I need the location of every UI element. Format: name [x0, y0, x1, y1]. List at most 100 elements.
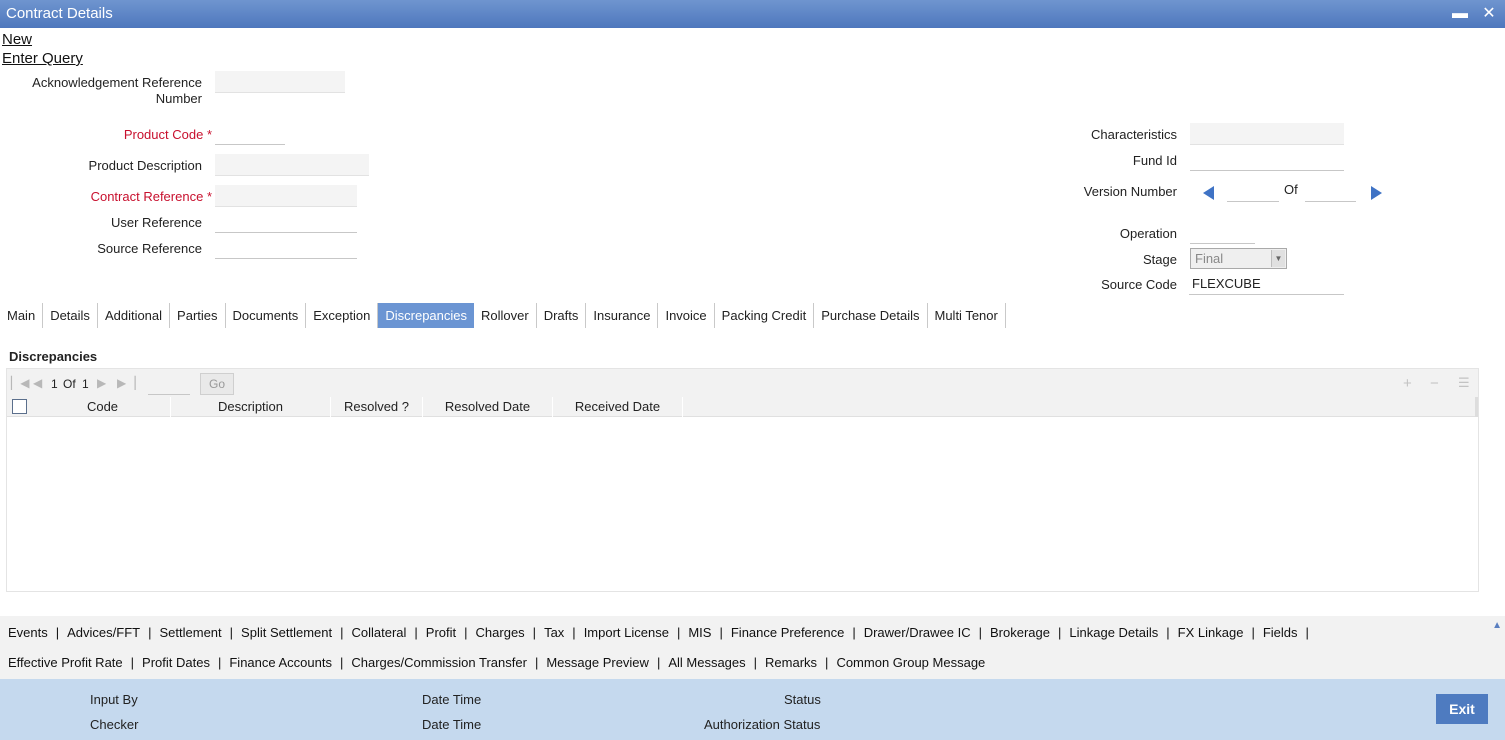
version-number-field[interactable] — [1227, 180, 1279, 202]
link-charges[interactable]: Charges — [468, 622, 533, 644]
last-page-icon[interactable]: ▶▕ — [117, 376, 135, 390]
source-reference-field[interactable] — [215, 237, 357, 259]
next-version-icon[interactable] — [1371, 186, 1382, 200]
link-all-messages[interactable]: All Messages — [660, 652, 753, 674]
tab-exception[interactable]: Exception — [306, 303, 379, 328]
version-number-label: Version Number — [1083, 184, 1177, 199]
characteristics-field[interactable] — [1190, 123, 1344, 145]
previous-version-icon[interactable] — [1203, 186, 1214, 200]
column-resolved[interactable]: Resolved ? — [331, 397, 423, 417]
ack-ref-label-line2: Number — [155, 91, 202, 106]
stage-selected-value: Final — [1195, 251, 1224, 266]
product-code-label: Product Code * — [0, 127, 212, 142]
chevron-up-icon[interactable]: ▲ — [1492, 620, 1502, 631]
tab-packing-credit[interactable]: Packing Credit — [715, 303, 815, 328]
ack-ref-label-line1: Acknowledgement Reference — [32, 75, 202, 90]
link-drawer-drawee-ic[interactable]: Drawer/Drawee IC — [856, 622, 979, 644]
tab-insurance[interactable]: Insurance — [586, 303, 659, 328]
link-effective-profit-rate[interactable]: Effective Profit Rate — [0, 652, 131, 674]
total-pages: 1 — [82, 377, 89, 391]
current-page: 1 — [51, 377, 58, 391]
stage-label: Stage — [1143, 252, 1177, 267]
link-charges-commission-transfer[interactable]: Charges/Commission Transfer — [343, 652, 535, 674]
page-number-input[interactable] — [148, 373, 190, 395]
link-remarks[interactable]: Remarks — [757, 652, 825, 674]
link-linkage-details[interactable]: Linkage Details — [1061, 622, 1166, 644]
link-split-settlement[interactable]: Split Settlement — [233, 622, 340, 644]
link-profit[interactable]: Profit — [418, 622, 464, 644]
previous-page-icon[interactable]: ◀ — [33, 376, 42, 390]
discrepancies-grid: ▏◀ ◀ 1 Of 1 ▶ ▶▕ Go + − ☰ Code Descripti… — [6, 368, 1479, 592]
grid-header: Code Description Resolved ? Resolved Dat… — [7, 397, 1478, 417]
user-reference-field[interactable] — [215, 211, 357, 233]
version-total-field[interactable] — [1305, 180, 1356, 202]
link-common-group-message[interactable]: Common Group Message — [828, 652, 993, 674]
product-description-field[interactable] — [215, 154, 369, 176]
link-brokerage[interactable]: Brokerage — [982, 622, 1058, 644]
fund-id-field[interactable] — [1190, 149, 1344, 171]
link-mis[interactable]: MIS — [680, 622, 719, 644]
authorization-status-label: Authorization Status — [704, 717, 821, 732]
product-code-field[interactable] — [215, 123, 285, 145]
tab-details[interactable]: Details — [43, 303, 98, 328]
ack-ref-field[interactable] — [215, 71, 345, 93]
link-collateral[interactable]: Collateral — [343, 622, 414, 644]
operation-field[interactable] — [1190, 222, 1255, 244]
tab-rollover[interactable]: Rollover — [474, 303, 537, 328]
link-events[interactable]: Events — [0, 622, 56, 644]
link-tax[interactable]: Tax — [536, 622, 572, 644]
date-time-label: Date Time — [422, 692, 482, 707]
add-row-icon[interactable]: + — [1403, 375, 1412, 392]
window-title: Contract Details — [6, 5, 113, 22]
source-code-field[interactable] — [1189, 273, 1344, 295]
separator: | — [1305, 625, 1309, 640]
grid-scrollbar[interactable] — [1475, 397, 1478, 417]
section-title: Discrepancies — [9, 349, 98, 364]
tab-parties[interactable]: Parties — [170, 303, 226, 328]
link-advices-fft[interactable]: Advices/FFT — [59, 622, 148, 644]
single-view-icon[interactable]: ☰ — [1458, 375, 1470, 391]
link-import-license[interactable]: Import License — [576, 622, 677, 644]
select-all-checkbox[interactable] — [12, 399, 27, 414]
go-button[interactable]: Go — [200, 373, 234, 395]
tab-documents[interactable]: Documents — [226, 303, 307, 328]
link-message-preview[interactable]: Message Preview — [538, 652, 657, 674]
column-description[interactable]: Description — [171, 397, 331, 417]
tab-multi-tenor[interactable]: Multi Tenor — [928, 303, 1006, 328]
tab-discrepancies[interactable]: Discrepancies — [378, 303, 475, 328]
tab-main[interactable]: Main — [0, 303, 44, 328]
link-settlement[interactable]: Settlement — [152, 622, 230, 644]
column-code[interactable]: Code — [35, 397, 171, 417]
tab-purchase-details[interactable]: Purchase Details — [814, 303, 928, 328]
close-icon[interactable]: ✕ — [1479, 4, 1499, 24]
input-by-label: Input By — [90, 692, 138, 707]
column-resolved-date[interactable]: Resolved Date — [423, 397, 553, 417]
first-page-icon[interactable]: ▏◀ — [11, 376, 29, 390]
contract-reference-label: Contract Reference * — [0, 189, 212, 204]
source-reference-label: Source Reference — [97, 241, 202, 256]
enter-query-link[interactable]: Enter Query — [2, 50, 83, 67]
link-fx-linkage[interactable]: FX Linkage — [1170, 622, 1252, 644]
tab-invoice[interactable]: Invoice — [658, 303, 715, 328]
link-finance-accounts[interactable]: Finance Accounts — [221, 652, 340, 674]
stage-select[interactable]: Final ▼ — [1190, 248, 1287, 269]
next-page-icon[interactable]: ▶ — [97, 376, 106, 390]
link-fields[interactable]: Fields — [1255, 622, 1306, 644]
tab-drafts[interactable]: Drafts — [537, 303, 587, 328]
page-of-label: Of — [63, 377, 76, 391]
link-profit-dates[interactable]: Profit Dates — [134, 652, 218, 674]
version-of-label: Of — [1284, 182, 1298, 197]
link-finance-preference[interactable]: Finance Preference — [723, 622, 852, 644]
tab-additional[interactable]: Additional — [98, 303, 171, 328]
subsystem-links-row1: Events | Advices/FFT | Settlement | Split S… — [0, 622, 1309, 644]
delete-row-icon[interactable]: − — [1430, 375, 1439, 392]
contract-reference-field[interactable] — [215, 185, 357, 207]
chevron-down-icon[interactable]: ▼ — [1271, 250, 1285, 267]
operation-label: Operation — [1119, 226, 1177, 241]
required-mark: * — [206, 127, 212, 142]
new-link[interactable]: New — [2, 31, 32, 48]
minimize-icon[interactable]: ▬ — [1450, 4, 1470, 24]
subsystem-links-row2: Effective Profit Rate | Profit Dates | Fin… — [0, 652, 993, 674]
exit-button[interactable]: Exit — [1436, 694, 1488, 724]
column-received-date[interactable]: Received Date — [553, 397, 683, 417]
